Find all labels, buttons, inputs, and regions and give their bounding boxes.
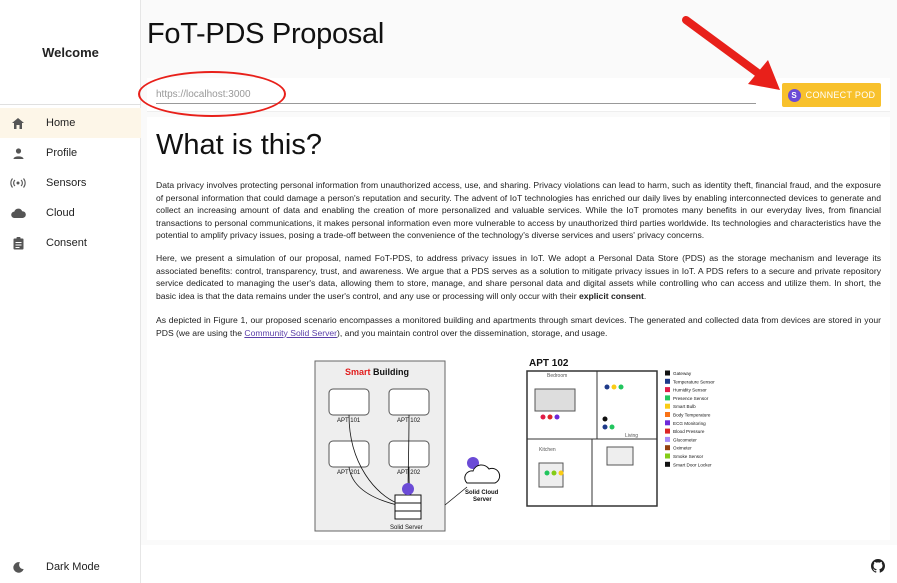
explicit-consent-text: explicit consent bbox=[578, 290, 644, 301]
legend-swatch bbox=[665, 370, 670, 376]
apartment-floor-plan: APT 102 Bedroom Kitchen Living bbox=[526, 358, 658, 507]
connect-pod-button[interactable]: S CONNECT POD bbox=[782, 83, 881, 107]
smart-title-red: Smart bbox=[345, 367, 371, 377]
legend-label: Blood Pressure bbox=[673, 429, 705, 434]
pod-url-bar: S CONNECT POD bbox=[147, 78, 890, 112]
solid-cloud-label: Solid Cloud bbox=[465, 490, 499, 496]
apt-label: APT 201 bbox=[337, 470, 361, 476]
solid-server-label: Solid Server bbox=[390, 525, 423, 531]
legend-label: Glucometer bbox=[673, 437, 697, 442]
cloud-icon bbox=[0, 208, 36, 218]
legend-swatch bbox=[665, 412, 670, 417]
content-heading: What is this? bbox=[156, 129, 322, 161]
proposal-end: . bbox=[643, 290, 647, 301]
dark-mode-label: Dark Mode bbox=[46, 561, 100, 573]
legend-label: Gateway bbox=[673, 371, 692, 376]
github-icon[interactable] bbox=[871, 559, 885, 573]
figure-text-b: ), and you maintain control over the dis… bbox=[337, 327, 608, 338]
sidebar-item-label: Home bbox=[46, 117, 76, 129]
legend-swatch bbox=[665, 395, 670, 401]
room-label: Kitchen bbox=[539, 447, 556, 453]
legend-swatch bbox=[665, 453, 670, 459]
figure-paragraph: As depicted in Figure 1, our proposed sc… bbox=[156, 314, 881, 339]
dark-mode-toggle[interactable]: Dark Mode bbox=[0, 556, 141, 578]
legend-swatch bbox=[665, 387, 670, 393]
legend-swatch bbox=[665, 445, 670, 451]
welcome-label: Welcome bbox=[42, 44, 99, 60]
legend-label: Smart Bulb bbox=[673, 404, 696, 409]
sidebar-nav: Home Profile Sensors Cloud Consent bbox=[0, 108, 141, 258]
sidebar-item-label: Sensors bbox=[46, 177, 87, 189]
smart-title-black: Building bbox=[371, 367, 410, 377]
intro-paragraph: Data privacy involves protecting persona… bbox=[156, 180, 881, 241]
sidebar-item-label: Profile bbox=[46, 147, 78, 159]
home-icon bbox=[0, 117, 36, 129]
legend-swatch bbox=[665, 428, 670, 434]
legend-swatch bbox=[665, 461, 670, 467]
apt-plan-title: APT 102 bbox=[529, 358, 569, 369]
legend-label: ECG Monitoring bbox=[673, 421, 706, 426]
sidebar-item-label: Consent bbox=[46, 237, 87, 249]
legend-label: Humidity Sensor bbox=[673, 388, 707, 393]
room-label: Bedroom bbox=[547, 373, 567, 379]
legend-label: Smoke Sensor bbox=[673, 454, 704, 459]
legend-swatch bbox=[665, 420, 670, 426]
proposal-paragraph: Here, we present a simulation of our pro… bbox=[156, 252, 881, 302]
room-label: Living bbox=[625, 433, 638, 439]
sidebar-item-label: Cloud bbox=[46, 207, 75, 219]
smart-building-diagram: Smart Building APT 101 APT 102 APT 201 A… bbox=[314, 360, 501, 532]
pod-url-input[interactable] bbox=[156, 86, 756, 104]
sidebar-item-sensors[interactable]: Sensors bbox=[0, 168, 141, 198]
legend-label: Temperature Sensor bbox=[673, 379, 715, 384]
page-title: FoT-PDS Proposal bbox=[147, 18, 384, 50]
sensors-icon bbox=[0, 178, 36, 188]
footer bbox=[141, 545, 897, 583]
device-legend: Gateway Temperature Sensor Humidity Sensor… bbox=[665, 370, 715, 467]
legend-label: Oximeter bbox=[673, 446, 692, 451]
legend-label: Body Temperature bbox=[673, 413, 711, 418]
svg-text:Smart Building: Smart Building bbox=[345, 367, 409, 377]
sidebar-item-home[interactable]: Home bbox=[0, 108, 141, 138]
sidebar-item-profile[interactable]: Profile bbox=[0, 138, 141, 168]
sidebar: Welcome Home Profile Sensors Cloud Conse… bbox=[0, 0, 141, 583]
figure-1: Smart Building APT 101 APT 102 APT 201 A… bbox=[314, 358, 715, 532]
legend-swatch bbox=[665, 403, 670, 409]
proposal-text: Here, we present a simulation of our pro… bbox=[156, 253, 881, 301]
sidebar-item-consent[interactable]: Consent bbox=[0, 228, 141, 258]
moon-icon bbox=[0, 561, 36, 573]
legend-swatch bbox=[665, 436, 670, 442]
clipboard-icon bbox=[0, 236, 36, 250]
solid-cloud-icon bbox=[464, 457, 501, 484]
sidebar-item-cloud[interactable]: Cloud bbox=[0, 198, 141, 228]
legend-swatch bbox=[665, 378, 670, 384]
sidebar-divider bbox=[0, 104, 141, 105]
community-solid-server-link[interactable]: Community Solid Server bbox=[244, 328, 337, 338]
person-icon bbox=[0, 147, 36, 159]
solid-logo-icon: S bbox=[787, 88, 801, 102]
legend-label: Presence Sensor bbox=[673, 396, 709, 401]
main-content: What is this? Data privacy involves prot… bbox=[147, 117, 890, 540]
connect-pod-label: CONNECT POD bbox=[805, 90, 876, 100]
solid-cloud-label: Server bbox=[473, 497, 492, 503]
legend-label: Smart Door Locker bbox=[673, 462, 712, 467]
